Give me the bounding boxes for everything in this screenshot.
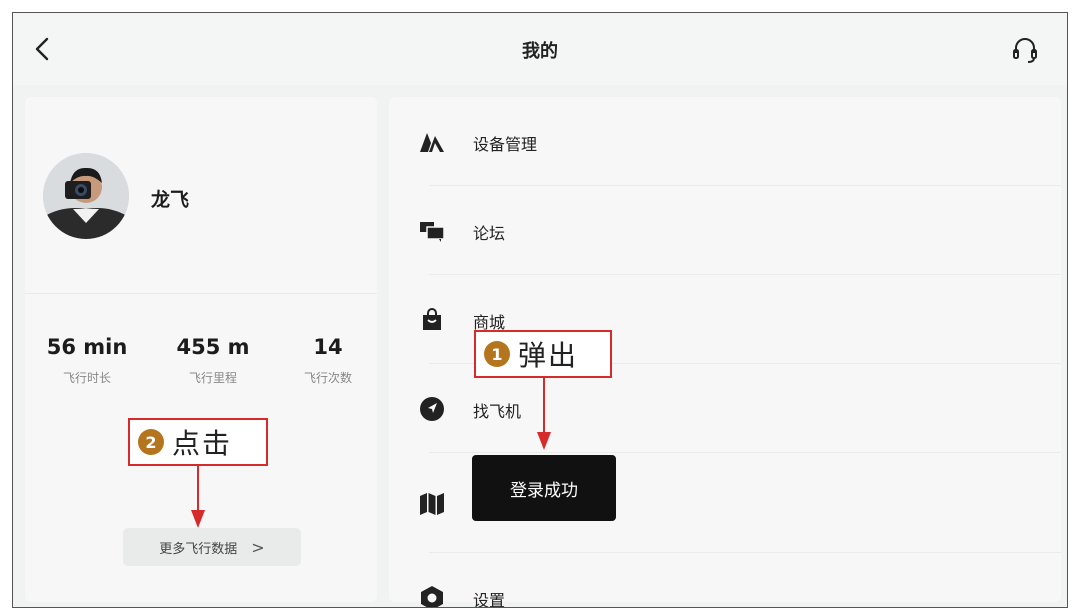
map-icon	[419, 491, 445, 517]
toast-text: 登录成功	[510, 480, 578, 501]
chevron-right-icon: >	[251, 537, 265, 557]
drone-logo-icon	[419, 129, 445, 155]
menu-item-forum[interactable]: 论坛	[389, 186, 1061, 274]
support-button[interactable]	[1009, 31, 1041, 67]
menu-item-settings[interactable]: 设置	[389, 553, 1061, 608]
annotation-text: 点击	[172, 427, 233, 460]
stat-label: 飞行里程	[188, 371, 237, 385]
stat-value: 56 min	[46, 335, 128, 359]
avatar[interactable]	[43, 153, 129, 239]
annotation-text: 弹出	[518, 339, 579, 372]
stat-label: 飞行次数	[303, 371, 352, 385]
login-success-toast: 登录成功	[472, 455, 616, 521]
chat-bubbles-icon	[419, 218, 445, 244]
menu-item-device-management[interactable]: 设备管理	[389, 97, 1061, 185]
locate-arrow-icon	[419, 396, 445, 422]
headset-icon	[1013, 38, 1037, 63]
avatar-photo	[43, 153, 129, 239]
stat-value: 14	[313, 335, 343, 359]
stat-flight-time: 56 min 飞行时长	[39, 335, 135, 386]
annotation-number-badge: 1	[484, 341, 510, 367]
more-flight-data-label: 更多飞行数据	[159, 541, 238, 557]
menu-label: 找飞机	[473, 402, 522, 421]
annotation-arrow-icon	[537, 378, 551, 450]
shopping-bag-icon	[419, 307, 445, 333]
more-flight-data-button[interactable]: 更多飞行数据 >	[123, 528, 301, 566]
annotation-popup: 1 弹出	[474, 330, 612, 378]
top-bar: 我的	[13, 13, 1067, 85]
stat-flight-distance: 455 m 飞行里程	[163, 335, 263, 386]
settings-hexagon-icon	[419, 585, 445, 607]
stat-value: 455 m	[176, 335, 250, 359]
menu-label: 论坛	[473, 224, 506, 243]
annotation-click: 2 点击	[128, 418, 268, 466]
annotation-arrow-icon	[191, 466, 205, 528]
annotation-number-badge: 2	[138, 429, 164, 455]
user-name: 龙飞	[151, 189, 190, 211]
divider	[25, 293, 377, 294]
menu-label: 设备管理	[473, 135, 538, 154]
page-title: 我的	[522, 41, 558, 62]
app-screen: 我的 龙飞 56 min 飞行时长 455 m 飞行里程 14 飞行次数 更多飞…	[12, 12, 1068, 608]
menu-label: 设置	[473, 591, 506, 608]
stat-label: 飞行时长	[62, 371, 111, 385]
stat-flight-count: 14 飞行次数	[283, 335, 373, 386]
